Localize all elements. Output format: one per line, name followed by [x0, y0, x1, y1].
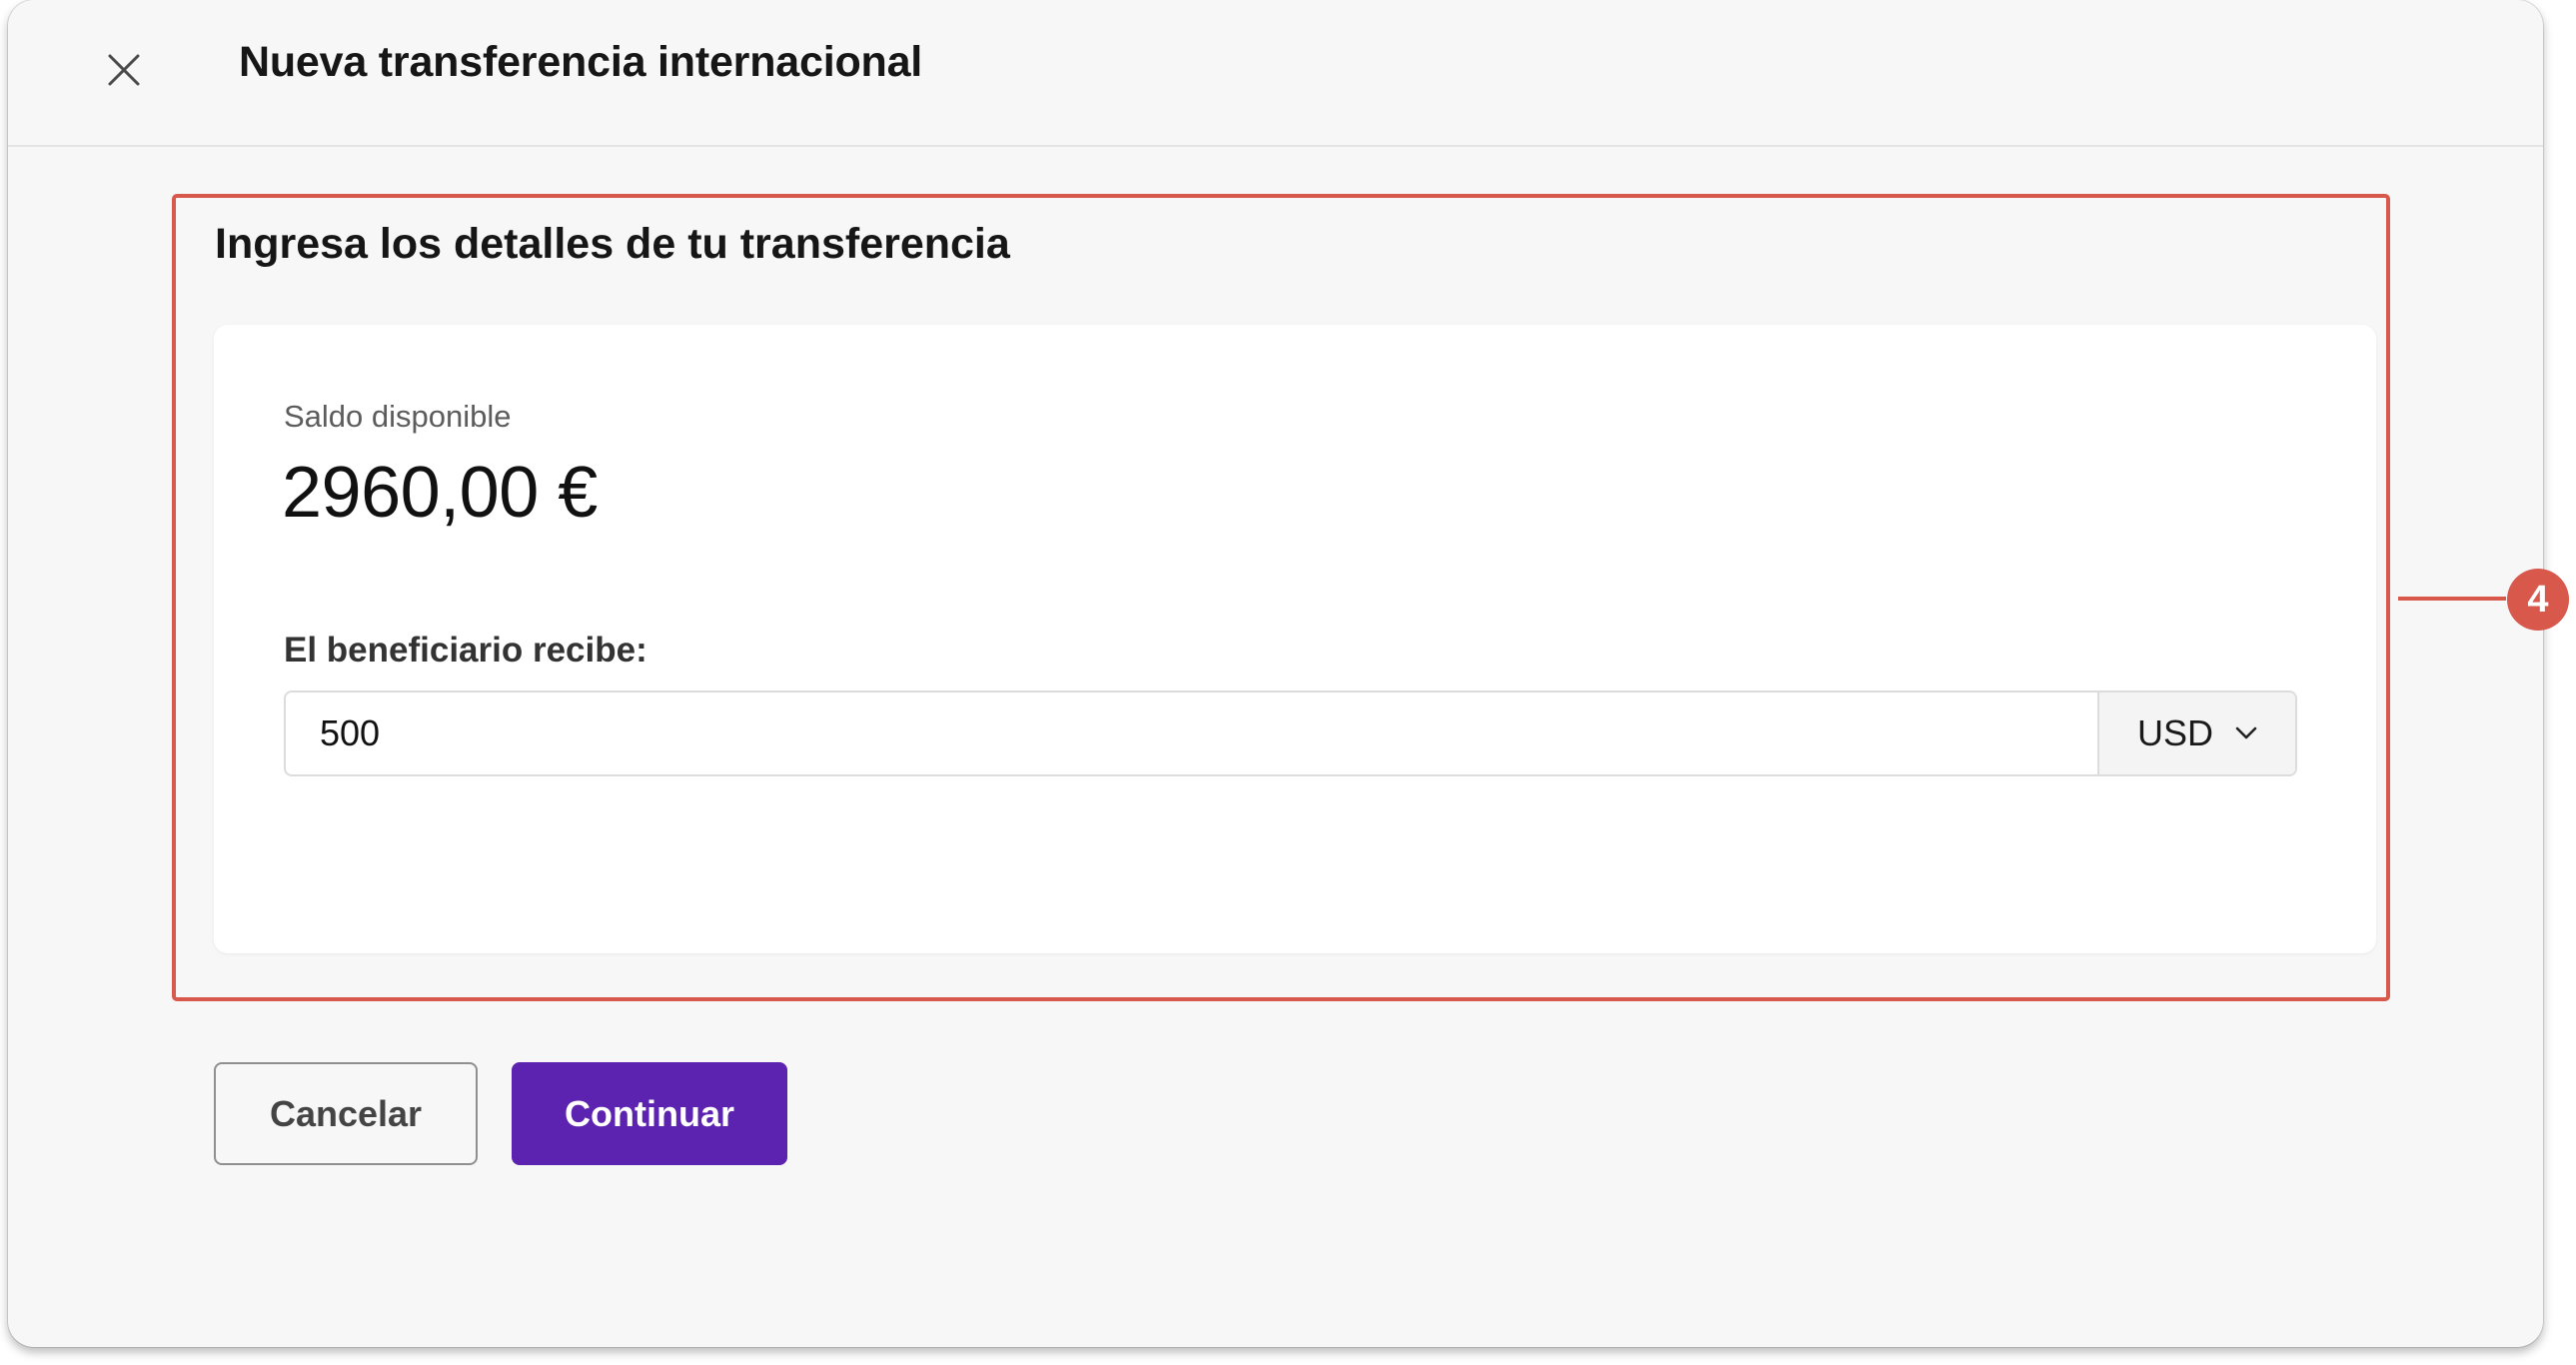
close-button[interactable] — [94, 40, 154, 100]
annotation-highlight-box — [172, 194, 2390, 1001]
modal-header: Nueva transferencia internacional — [8, 0, 2543, 147]
annotation-connector-line — [2398, 597, 2506, 601]
cancel-button[interactable]: Cancelar — [214, 1062, 478, 1165]
modal-title: Nueva transferencia internacional — [239, 38, 923, 86]
close-icon — [108, 54, 140, 86]
annotation-number-badge: 4 — [2507, 569, 2569, 631]
continue-button[interactable]: Continuar — [512, 1062, 787, 1165]
